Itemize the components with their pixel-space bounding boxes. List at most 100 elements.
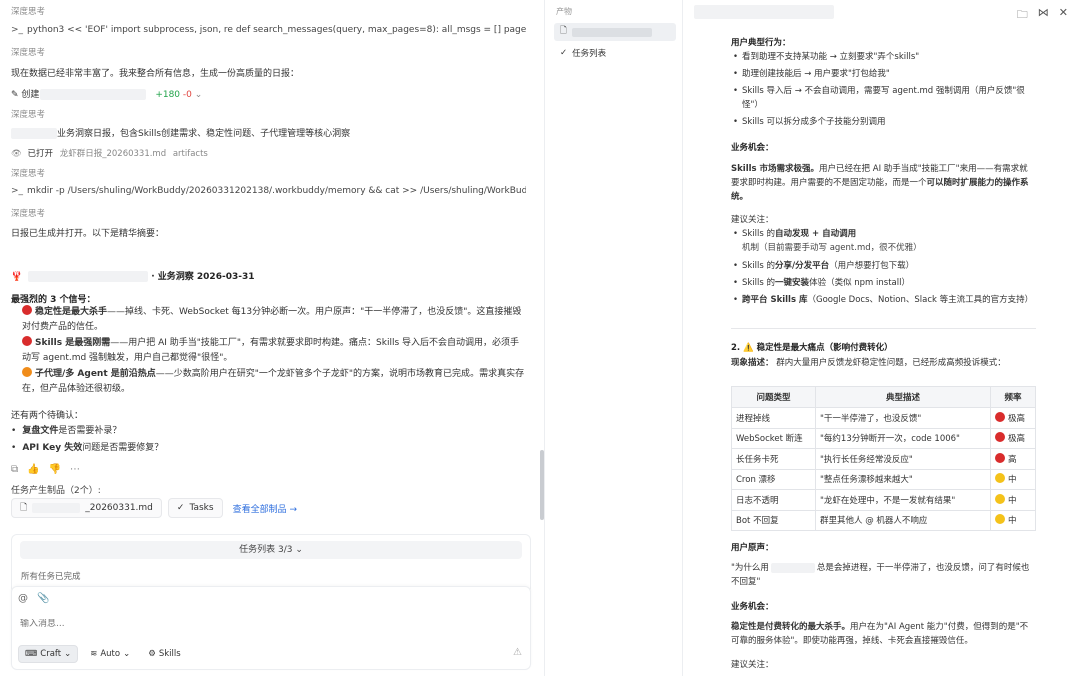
shell-command-text: mkdir -p /Users/shuling/WorkBuddy/202603…	[27, 186, 526, 196]
terminal-icon: >_	[11, 186, 24, 196]
eye-icon: 👁	[11, 149, 22, 159]
document-header: 🗀 ⋈ ✕	[684, 0, 1080, 26]
suggest-item: Skills 的分享/分发平台（用户想要打包下载）	[733, 259, 1037, 273]
opened-label: 已打开	[27, 149, 54, 159]
issue-freq-cell: 极高	[990, 427, 1036, 449]
artifact-sidebar: 产物 🗋 ✓ 任务列表	[546, 0, 683, 676]
table-row: 长任务卡死 "执行长任务经常没反应" 高	[731, 448, 1036, 470]
thinking-label: 深度思考	[11, 7, 46, 17]
skills-icon: ⚙	[148, 649, 156, 659]
summary-text: 业务洞察日报，包含Skills创建需求、稳定性问题、子代理管理等核心洞察	[57, 129, 351, 139]
frequency-dot-icon	[995, 452, 1005, 463]
shell-command-row[interactable]: >_ python3 << 'EOF' import subprocess, js…	[11, 25, 526, 35]
summary-line: 业务洞察日报，包含Skills创建需求、稳定性问题、子代理管理等核心洞察	[11, 126, 350, 139]
issue-freq-cell: 极高	[990, 407, 1036, 429]
opened-file-tag: artifacts	[172, 149, 208, 159]
craft-mode-button[interactable]: ⌨ Craft ⌄	[18, 645, 79, 663]
redacted-text	[694, 5, 834, 19]
behavior-item: Skills 导入后 → 不会自动调用，需要写 agent.md 强制调用（用户…	[733, 84, 1037, 112]
check-circle-icon: ✓	[560, 48, 568, 58]
copy-icon[interactable]: ⧉	[11, 464, 18, 475]
opened-file-row[interactable]: 👁 已打开 龙虾群日报_20260331.md artifacts	[11, 147, 208, 159]
message-composer: @ 📎 ⌨Craft⌄ ≋Auto⌄ ⚙Skills ⚠	[11, 586, 531, 670]
issue-type-cell: Cron 漂移	[731, 468, 816, 490]
file-icon: 🗋	[560, 26, 567, 36]
frequency-dot-icon	[995, 514, 1005, 525]
redacted-text	[571, 27, 652, 37]
opportunity-heading-2: 业务机会：	[731, 602, 774, 612]
user-voice-quote: "为什么用 总是会掉进程，干一半停滞了，也没反馈，问了有时候也不回复"	[731, 562, 1030, 587]
table-row: Cron 漂移 "整点任务漂移越来越大" 中	[731, 468, 1036, 490]
warning-icon[interactable]: ⚠	[513, 647, 522, 658]
skills-button[interactable]: ⚙ Skills	[142, 645, 186, 663]
auto-model-button[interactable]: ≋ Auto ⌄	[84, 645, 136, 663]
issue-freq-cell: 中	[990, 489, 1036, 511]
craft-icon: ⌨	[25, 649, 38, 659]
behavior-item: 助理创建技能后 → 用户要求"打包给我"	[733, 67, 1037, 81]
issues-table: 问题类型 典型描述 频率 进程掉线 "干一半停滞了，也没反馈" 极高 WebSocke…	[731, 386, 1036, 531]
close-icon[interactable]: ✕	[1059, 6, 1068, 25]
artifacts-row: 🗋 _20260331.md ✓ Tasks 查看全部制品 →	[11, 498, 297, 518]
artifact-file-item[interactable]: 🗋	[554, 23, 676, 41]
view-all-artifacts-link[interactable]: 查看全部制品 →	[233, 502, 297, 515]
opportunity-paragraph-2: 稳定性是付费转化的最大杀手。用户在为"AI Agent 能力"付费，但得到的是"…	[731, 622, 1029, 646]
assistant-text: 现在数据已经非常丰富了。我来整合所有信息，生成一份高质量的日报：	[11, 69, 300, 79]
task-list-toggle[interactable]: 任务列表 3/3 ⌄	[20, 541, 522, 559]
table-row: 进程掉线 "干一半停滞了，也没反馈" 极高	[731, 407, 1036, 429]
chat-pane: 深度思考 >_ python3 << 'EOF' import subproces…	[0, 0, 545, 676]
shell-command-row[interactable]: >_ mkdir -p /Users/shuling/WorkBuddy/2026…	[11, 186, 526, 196]
chat-scrollbar[interactable]	[540, 450, 544, 520]
message-input[interactable]	[20, 619, 500, 629]
thinking-label: 深度思考	[11, 110, 46, 120]
red-circle-icon	[22, 305, 32, 315]
artifact-file-chip[interactable]: 🗋 _20260331.md	[11, 498, 162, 518]
task-list-item[interactable]: ✓ 任务列表	[554, 44, 676, 62]
table-row: Bot 不回复 群里其他人 @ 机器人不响应中	[731, 509, 1036, 531]
artifacts-section-label: 产物	[556, 7, 572, 16]
issue-desc-cell: "每约13分钟断开一次，code 1006"	[815, 427, 991, 449]
issue-desc-cell: 群里其他人 @ 机器人不响应	[815, 509, 991, 531]
share-icon[interactable]: ⋈	[1038, 6, 1049, 25]
message-actions: ⧉ 👍 👎 ⋯	[11, 464, 80, 475]
artifacts-heading: 任务产生制品（2个）:	[11, 486, 101, 496]
thumbs-up-icon[interactable]: 👍	[27, 464, 39, 475]
suggest-item: 跨平台 Skills 库（Google Docs、Notion、Slack 等主…	[733, 293, 1037, 307]
create-label: 创建	[21, 90, 40, 100]
opportunity-heading: 业务机会：	[731, 143, 774, 153]
typical-behavior-heading: 用户典型行为：	[731, 38, 791, 48]
frequency-dot-icon	[995, 473, 1005, 484]
table-row: WebSocket 断连 "每约13分钟断开一次，code 1006" 极高	[731, 427, 1036, 449]
table-header-cell: 频率	[990, 386, 1036, 408]
attachment-icon[interactable]: 📎	[37, 593, 49, 604]
chevron-down-icon: ⌄	[295, 545, 303, 555]
file-create-row[interactable]: ✎ 创建 +180 -0 ⌄	[11, 87, 202, 100]
terminal-icon: >_	[11, 25, 24, 35]
artifact-tasks-label: Tasks	[189, 503, 214, 513]
thinking-label: 深度思考	[11, 169, 46, 179]
pencil-icon: ✎	[11, 90, 19, 100]
diff-deletions: -0	[182, 90, 192, 100]
assistant-text: 日报已生成并打开。以下是精华摘要：	[11, 229, 165, 239]
redacted-text	[32, 503, 81, 513]
issue-type-cell: WebSocket 断连	[731, 427, 816, 449]
report-title-text: · 业务洞察 2026-03-31	[151, 272, 255, 282]
chevron-down-icon: ⌄	[194, 90, 203, 100]
folder-icon[interactable]: 🗀	[1017, 6, 1028, 25]
check-circle-icon: ✓	[176, 503, 185, 513]
at-mention-icon[interactable]: @	[18, 593, 28, 604]
thumbs-down-icon[interactable]: 👎	[49, 464, 61, 475]
chevron-down-icon: ⌄	[123, 649, 131, 659]
artifact-tasks-chip[interactable]: ✓ Tasks	[167, 498, 223, 518]
report-title: 🦞 · 业务洞察 2026-03-31	[11, 269, 254, 282]
chevron-down-icon: ⌄	[64, 649, 72, 659]
redacted-text	[28, 271, 149, 282]
more-icon[interactable]: ⋯	[70, 464, 80, 475]
document-preview: 🗀 ⋈ ✕ 用户典型行为： 看到助理不支持某功能 → 立刻要求"弄个skills…	[684, 0, 1080, 676]
thinking-label: 深度思考	[11, 209, 46, 219]
issue-type-cell: 进程掉线	[731, 407, 816, 429]
confirm-item: 复盘文件是否需要补录？	[11, 423, 121, 436]
issue-freq-cell: 中	[990, 468, 1036, 490]
issue-freq-cell: 中	[990, 509, 1036, 531]
table-row: 日志不透明 "龙虾在处理中，不是一发就有结果" 中	[731, 489, 1036, 511]
signals-heading: 最强烈的 3 个信号：	[11, 295, 96, 305]
